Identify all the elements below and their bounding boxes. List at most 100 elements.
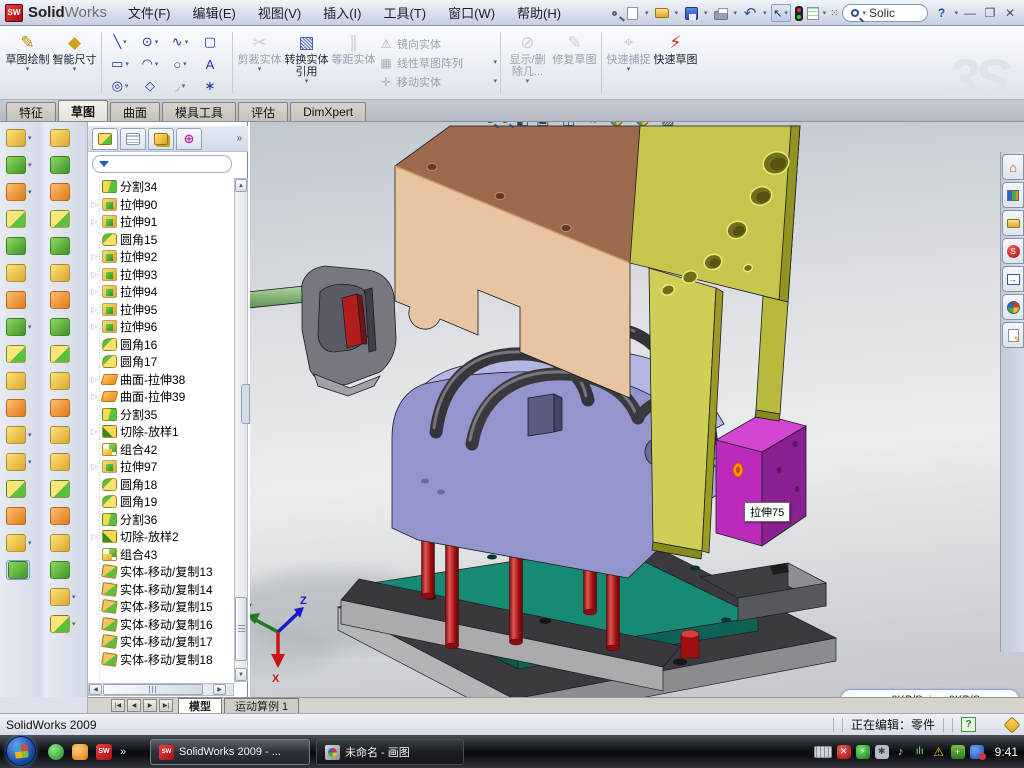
edit-appearance-icon[interactable]: ▾ xyxy=(610,122,629,126)
keyboard-icon[interactable] xyxy=(814,746,832,758)
search-input[interactable]: Solic xyxy=(869,6,895,20)
move-copy-body-icon[interactable]: ▾ xyxy=(6,425,32,445)
sprue-clamp[interactable] xyxy=(250,266,396,396)
tree-item[interactable]: ▷拉伸95 xyxy=(90,301,234,319)
ellipse-icon[interactable]: ○▾ xyxy=(165,53,195,75)
tree-item[interactable]: ▷拉伸97 xyxy=(90,458,234,476)
tree-item[interactable]: 组合42 xyxy=(90,441,234,459)
health-shield-icon[interactable]: + xyxy=(951,745,965,759)
spline-icon[interactable]: ∿▾ xyxy=(165,31,195,53)
menu-item-0[interactable]: 文件(F) xyxy=(117,0,182,25)
polygon-icon[interactable]: ◇ xyxy=(135,75,165,97)
extruded-cut-icon[interactable]: ▾ xyxy=(6,155,32,175)
tab-特征[interactable]: 特征 xyxy=(6,102,56,121)
network-icon[interactable]: ılı xyxy=(913,745,927,759)
solidworks-launcher-icon[interactable]: SW xyxy=(96,744,112,760)
expand-arrow-icon[interactable]: ▷ xyxy=(90,375,99,384)
zoom-fit-icon[interactable] xyxy=(486,122,494,123)
swept-surface-icon[interactable] xyxy=(50,182,70,202)
tree-item[interactable]: 实体-移动/复制14 xyxy=(90,581,234,599)
arc-icon[interactable]: ◠▾ xyxy=(135,53,165,75)
tab-曲面[interactable]: 曲面 xyxy=(110,102,160,121)
quick-launch-more-icon[interactable]: » xyxy=(120,746,126,758)
tree-vscrollbar[interactable]: ▲ ▼ xyxy=(234,178,248,682)
expand-arrow-icon[interactable]: ▷ xyxy=(90,217,99,226)
tags-icon[interactable] xyxy=(1004,716,1021,733)
warning-icon[interactable]: ⚠ xyxy=(932,745,946,759)
quick-snaps-button[interactable]: ⌖ 快速捕捉▾ xyxy=(605,28,652,97)
freeform-icon[interactable]: ▾ xyxy=(50,587,76,607)
menu-item-2[interactable]: 视图(V) xyxy=(247,0,312,25)
feature-manager-tab[interactable] xyxy=(92,128,118,150)
lofted-surface-icon[interactable] xyxy=(50,209,70,229)
tree-item[interactable]: 圆角16 xyxy=(90,336,234,354)
tree-item[interactable]: 实体-移动/复制18 xyxy=(90,651,234,669)
curve-icon[interactable] xyxy=(6,506,26,526)
media-icon[interactable] xyxy=(72,744,88,760)
parting-line-icon[interactable] xyxy=(50,560,70,580)
tree-item[interactable]: ▷切除-放样1 xyxy=(90,423,234,441)
volume-icon[interactable]: ♪ xyxy=(894,745,908,759)
custom-properties-icon-tab[interactable] xyxy=(1002,322,1024,348)
menu-item-1[interactable]: 编辑(E) xyxy=(182,0,247,25)
security-alert-icon[interactable]: ✕ xyxy=(837,745,851,759)
linear-sketch-pattern-button[interactable]: ▦ 线性草图阵列 ▾ xyxy=(379,55,497,71)
updates-icon[interactable]: ✱ xyxy=(875,745,889,759)
view-settings-icon[interactable]: ▨▾ xyxy=(661,122,680,128)
tree-item[interactable]: ▷拉伸93 xyxy=(90,266,234,284)
knit-surface-icon[interactable] xyxy=(50,317,70,337)
sync-blocked-icon[interactable] xyxy=(970,745,984,759)
draft-icon[interactable] xyxy=(6,263,26,283)
start-button[interactable] xyxy=(6,736,36,766)
options-icon[interactable] xyxy=(795,6,803,21)
thicken-icon[interactable] xyxy=(50,344,70,364)
design-checker-icon[interactable] xyxy=(807,7,819,20)
expand-arrow-icon[interactable]: ▷ xyxy=(90,287,99,296)
expand-arrow-icon[interactable]: ▷ xyxy=(90,462,99,471)
section-view-icon[interactable]: ◧ xyxy=(516,122,529,128)
tree-item[interactable]: 实体-移动/复制17 xyxy=(90,633,234,651)
view-palette-icon-tab[interactable]: → xyxy=(1002,266,1024,292)
instant3d-icon[interactable] xyxy=(6,560,30,580)
mirror-entities-button[interactable]: ⚠ 镜向实体 xyxy=(379,36,497,52)
tree-filter-input[interactable] xyxy=(92,155,232,173)
undo-button[interactable]: ↶ xyxy=(741,4,759,22)
doc-minimize-button[interactable]: — xyxy=(960,122,973,126)
doc-tab-运动算例 1[interactable]: 运动算例 1 xyxy=(224,698,299,713)
vscroll-thumb[interactable] xyxy=(235,597,247,661)
ruled-surface-icon[interactable] xyxy=(50,398,70,418)
panel-splitter-handle[interactable] xyxy=(241,384,250,424)
combine-icon[interactable] xyxy=(6,398,26,418)
revolved-surface-icon[interactable] xyxy=(50,155,70,175)
rapid-sketch-button[interactable]: ⚡ 快速草图 xyxy=(652,28,699,97)
prev-tab-button[interactable]: ◀ xyxy=(127,699,141,712)
antivirus-icon[interactable]: ⚡ xyxy=(856,745,870,759)
tree-item[interactable]: ▷拉伸92 xyxy=(90,248,234,266)
configuration-manager-tab[interactable] xyxy=(148,128,174,150)
expand-arrow-icon[interactable]: ▷ xyxy=(90,252,99,261)
helix-icon[interactable]: ▾ xyxy=(6,533,32,553)
display-delete-relations-button[interactable]: ⊘ 显示/删除几...▾ xyxy=(504,28,551,97)
tree-item[interactable]: 圆角18 xyxy=(90,476,234,494)
menu-item-3[interactable]: 插入(I) xyxy=(312,0,372,25)
menu-item-4[interactable]: 工具(T) xyxy=(372,0,437,25)
new-file-button[interactable] xyxy=(623,4,641,22)
cavity-insert-block[interactable] xyxy=(716,414,806,546)
appearances-icon-tab[interactable] xyxy=(1002,294,1024,320)
doc-tab-模型[interactable]: 模型 xyxy=(178,698,222,713)
tree-item[interactable]: 圆角15 xyxy=(90,231,234,249)
tree-item[interactable]: 实体-移动/复制15 xyxy=(90,598,234,616)
trim-surface-icon[interactable] xyxy=(50,506,70,526)
untrim-surface-icon[interactable] xyxy=(50,533,70,553)
expand-arrow-icon[interactable]: ▷ xyxy=(90,427,99,436)
tab-评估[interactable]: 评估 xyxy=(238,102,288,121)
restore-button[interactable]: ❐ xyxy=(982,6,998,20)
tree-item[interactable]: 分割36 xyxy=(90,511,234,529)
extend-surface-icon[interactable] xyxy=(50,479,70,499)
fillet-icon[interactable]: ▾ xyxy=(6,182,32,202)
tree-item[interactable]: ▷拉伸91 xyxy=(90,213,234,231)
3d-model[interactable]: Y Z X xyxy=(250,122,1024,697)
tab-模具工具[interactable]: 模具工具 xyxy=(162,102,236,121)
tree-item[interactable]: ▷曲面-拉伸38 xyxy=(90,371,234,389)
sketch-text-icon[interactable]: A xyxy=(195,53,225,75)
